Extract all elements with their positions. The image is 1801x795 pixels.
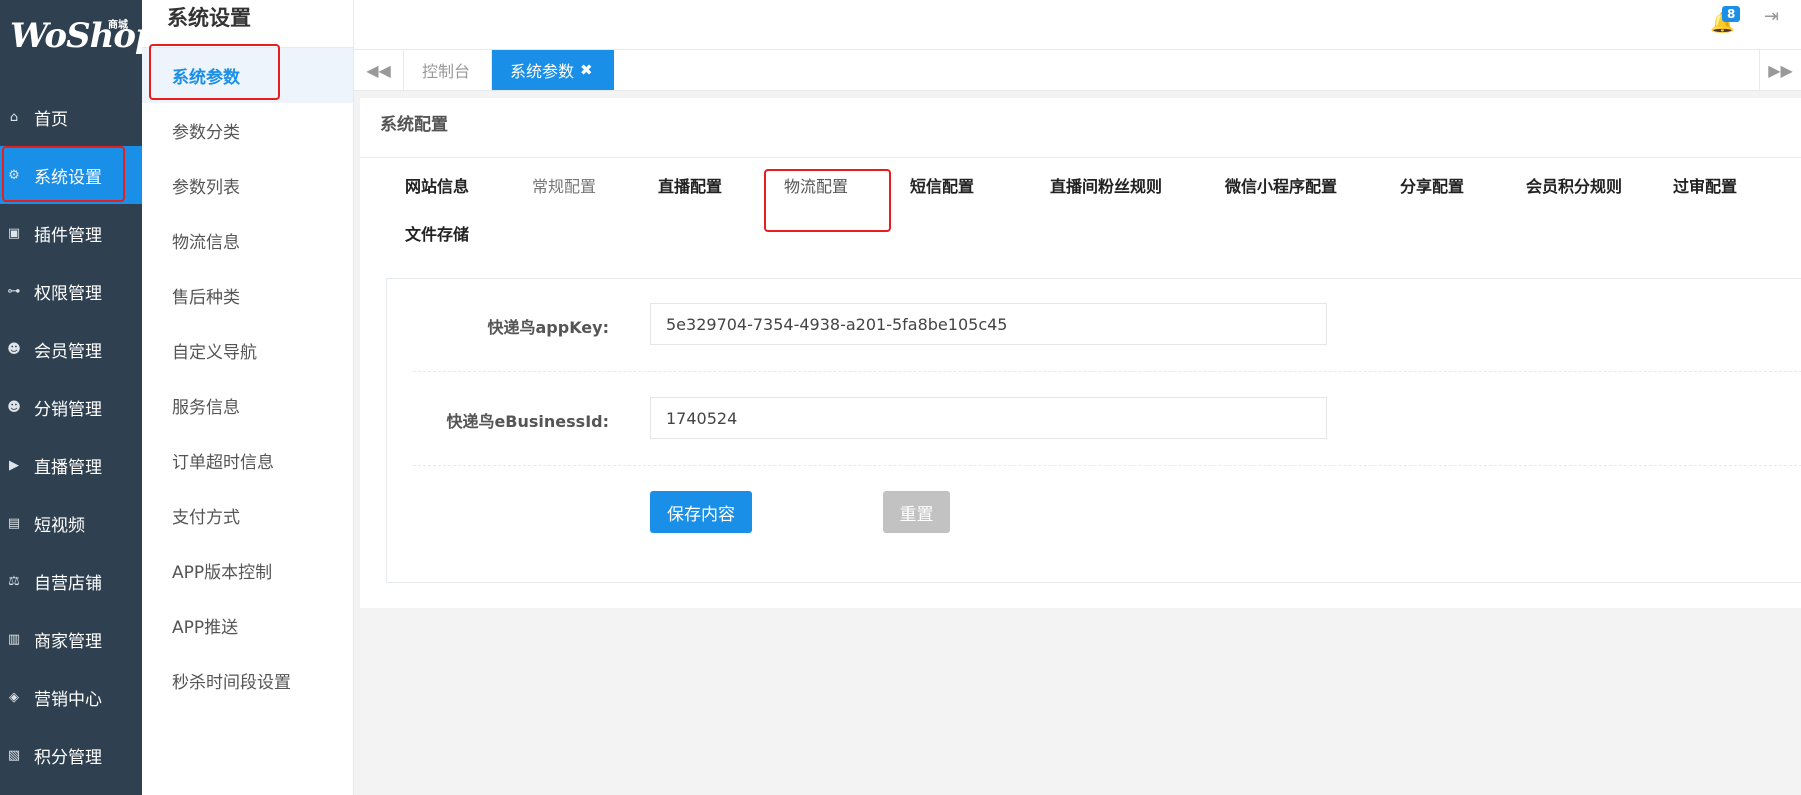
tab-file-storage[interactable]: 文件存储 — [405, 221, 469, 245]
appkey-input[interactable]: 5e329704-7354-4938-a201-5fa8be105c45 — [650, 303, 1327, 345]
nav-item-label: 商家管理 — [34, 631, 102, 652]
submenu-item-flash-sale-time[interactable]: 秒杀时间段设置 — [142, 653, 353, 708]
tab-member-points[interactable]: 会员积分规则 — [1526, 173, 1622, 197]
notification-badge: 8 — [1722, 6, 1741, 22]
submenu-item-param-list[interactable]: 参数列表 — [142, 158, 353, 213]
nav-item-label: 权限管理 — [34, 283, 102, 304]
logout-icon[interactable]: ⇥ — [1764, 6, 1779, 27]
nav-item-label: 分销管理 — [34, 399, 102, 420]
main-sidebar: WoShop 商城 ⌂ 首页 ⚙ 系统设置 ▣ 插件管理 ⊶ 权限管理 ☻ 会员管理 ☻ 分… — [0, 0, 159, 795]
users-icon: ☻ — [7, 399, 21, 415]
nav-item-permissions[interactable]: ⊶ 权限管理 — [0, 262, 142, 320]
nav-item-label: 会员管理 — [34, 341, 102, 362]
notifications[interactable]: 🔔 8 — [1706, 6, 1741, 36]
tab-console[interactable]: 控制台 — [404, 50, 492, 90]
nav-item-plugins[interactable]: ▣ 插件管理 — [0, 204, 142, 262]
file-icon: ▤ — [7, 515, 21, 531]
submenu-title: 系统设置 — [142, 0, 353, 48]
tag-icon: ◈ — [9, 689, 19, 705]
nav-item-own-store[interactable]: ⚖ 自营店铺 — [0, 552, 142, 610]
logo-sub: 商城 — [108, 20, 128, 31]
form-divider — [413, 465, 1801, 466]
nav-item-label: 营销中心 — [34, 689, 102, 710]
nav-item-label: 短视频 — [34, 515, 85, 536]
points-icon: ▧ — [7, 747, 21, 763]
home-icon: ⌂ — [9, 109, 19, 125]
tab-sms[interactable]: 短信配置 — [910, 173, 974, 197]
submenu-item-system-params[interactable]: 系统参数 — [142, 48, 353, 103]
nav-item-label: 系统设置 — [34, 167, 102, 188]
tab-review[interactable]: 过审配置 — [1673, 173, 1737, 197]
tab-system-params[interactable]: 系统参数 ✖ — [492, 50, 614, 90]
submenu-item-service-info[interactable]: 服务信息 — [142, 378, 353, 433]
nav-item-system-settings[interactable]: ⚙ 系统设置 — [0, 146, 142, 204]
nav-item-marketing[interactable]: ◈ 营销中心 — [0, 668, 142, 726]
nav-item-merchants[interactable]: ▥ 商家管理 — [0, 610, 142, 668]
main-nav: ⌂ 首页 ⚙ 系统设置 ▣ 插件管理 ⊶ 权限管理 ☻ 会员管理 ☻ 分销管理 ▶ 直播管理 … — [0, 88, 142, 784]
submenu-item-after-sales[interactable]: 售后种类 — [142, 268, 353, 323]
tabs-scroll-right-icon[interactable]: ▶▶ — [1759, 50, 1801, 90]
users-icon: ☻ — [7, 341, 21, 357]
nav-item-label: 自营店铺 — [34, 573, 102, 594]
tab-wechat-miniprogram[interactable]: 微信小程序配置 — [1225, 173, 1337, 197]
bank-icon: ▥ — [7, 631, 21, 647]
nav-item-label: 首页 — [34, 109, 68, 130]
logistics-form: 快递鸟appKey: 5e329704-7354-4938-a201-5fa8b… — [386, 278, 1801, 583]
reset-button[interactable]: 重置 — [883, 491, 950, 533]
nav-item-members[interactable]: ☻ 会员管理 — [0, 320, 142, 378]
nav-item-label: 直播管理 — [34, 457, 102, 478]
appkey-label: 快递鸟appKey: — [487, 318, 609, 337]
business-id-input[interactable]: 1740524 — [650, 397, 1327, 439]
submenu-item-payment[interactable]: 支付方式 — [142, 488, 353, 543]
submenu-item-order-timeout[interactable]: 订单超时信息 — [142, 433, 353, 488]
business-id-label: 快递鸟eBusinessId: — [446, 412, 609, 431]
video-camera-icon: ▶ — [9, 457, 19, 473]
gear-icon: ⚙ — [8, 167, 20, 183]
sitemap-icon: ⊶ — [7, 283, 21, 299]
submenu-item-app-version[interactable]: APP版本控制 — [142, 543, 353, 598]
sub-sidebar: 系统设置 系统参数 参数分类 参数列表 物流信息 售后种类 自定义导航 服务信息… — [142, 0, 354, 795]
tab-logistics[interactable]: 物流配置 — [784, 173, 848, 197]
tab-label: 系统参数 — [510, 62, 575, 81]
submenu-item-param-categories[interactable]: 参数分类 — [142, 103, 353, 158]
logo-text: WoShop — [10, 16, 159, 56]
form-divider — [413, 371, 1801, 372]
close-icon[interactable]: ✖ — [580, 61, 593, 79]
balance-scale-icon: ⚖ — [8, 573, 20, 589]
nav-item-short-video[interactable]: ▤ 短视频 — [0, 494, 142, 552]
submenu-item-app-push[interactable]: APP推送 — [142, 598, 353, 653]
nav-item-points[interactable]: ▧ 积分管理 — [0, 726, 142, 784]
plugin-icon: ▣ — [7, 225, 21, 241]
top-bar: 🔔 8 ⇥ — [354, 0, 1801, 50]
tab-live-fans-rules[interactable]: 直播间粉丝规则 — [1050, 173, 1162, 197]
logo[interactable]: WoShop 商城 — [8, 14, 159, 64]
submenu-item-logistics[interactable]: 物流信息 — [142, 213, 353, 268]
panel-title: 系统配置 — [360, 98, 1801, 158]
nav-item-live[interactable]: ▶ 直播管理 — [0, 436, 142, 494]
tabs-scroll-left-icon[interactable]: ◀◀ — [354, 50, 404, 90]
nav-item-label: 积分管理 — [34, 747, 102, 768]
nav-item-label: 插件管理 — [34, 225, 102, 246]
tab-site-info[interactable]: 网站信息 — [405, 173, 469, 197]
nav-item-distribution[interactable]: ☻ 分销管理 — [0, 378, 142, 436]
tab-general[interactable]: 常规配置 — [532, 173, 596, 197]
tab-share[interactable]: 分享配置 — [1400, 173, 1464, 197]
page-tabs: ◀◀ 控制台 系统参数 ✖ ▶▶ — [354, 50, 1801, 91]
config-panel: 系统配置 网站信息 常规配置 直播配置 物流配置 短信配置 直播间粉丝规则 微信… — [360, 98, 1801, 608]
nav-item-home[interactable]: ⌂ 首页 — [0, 88, 142, 146]
submenu-item-custom-nav[interactable]: 自定义导航 — [142, 323, 353, 378]
save-button[interactable]: 保存内容 — [650, 491, 752, 533]
tab-live[interactable]: 直播配置 — [658, 173, 722, 197]
